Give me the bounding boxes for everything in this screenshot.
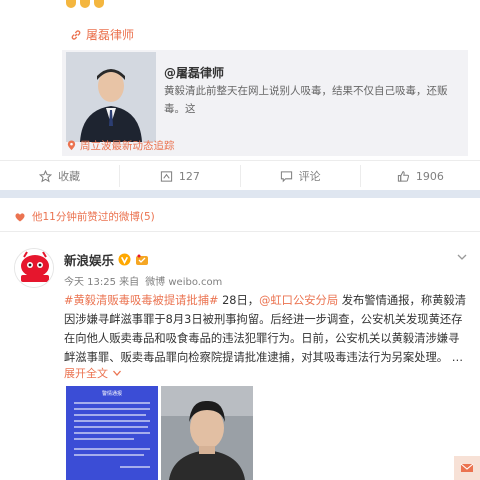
verified-badge-icon [118,253,131,266]
favorite-label: 收藏 [58,170,81,183]
feed-separator [0,190,480,198]
repost-count: 127 [178,169,200,183]
post-source: 微博 weibo.com [145,277,223,288]
envelope-icon [460,463,474,472]
notice-line [74,426,148,428]
post-text: #黄毅清贩毒吸毒被提请批捕# 28日，@虹口公安分局 发布警情通报，称黄毅清因涉… [64,291,470,367]
notice-line [74,420,150,422]
account-name[interactable]: 新浪娱乐 [64,250,114,269]
like-button[interactable]: 1906 [361,165,480,187]
liked-notice-label[interactable]: 他11分钟前赞过的微博(5) [32,209,155,224]
notice-line [74,414,146,416]
quote-text: 黄毅清此前整天在网上说别人吸毒，结果不仅自己吸毒，还贩毒。这 是典型的贼喊捉贼。… [164,85,448,115]
like-count: 1906 [415,169,444,183]
post-hashtag[interactable]: #黄毅清贩毒吸毒被提请批捕# [64,294,219,307]
quote-author[interactable]: @屠磊律师 [164,64,224,81]
post-text-segment: 28日， [218,294,260,307]
emoji-icon [94,0,104,8]
thumbs-up-icon [397,170,409,182]
lawyer-link-label[interactable]: 屠磊律师 [86,26,134,43]
repost-icon [160,170,172,182]
notice-line [74,408,150,410]
emoji-icon [66,0,76,8]
post-meta: 今天 13:25 来自 微博 weibo.com [64,273,222,288]
member-badge-icon [136,254,149,265]
person-photo[interactable] [161,386,253,480]
message-float-button[interactable] [454,456,480,480]
location-pin-icon [67,140,76,151]
notice-line [120,466,150,468]
favorite-button[interactable]: 收藏 [0,165,121,187]
star-icon [39,169,53,182]
comment-button[interactable]: 评论 [241,165,361,187]
follow-link-label[interactable]: 周立波最新动态追踪 [80,138,175,153]
account-header: 新浪娱乐 [64,250,149,269]
action-bar: 收藏 127 评论 1906 [0,160,480,190]
notice-line [74,402,150,404]
lawyer-photo [66,52,156,142]
notice-line [74,448,150,450]
notice-line [74,432,150,434]
comment-icon [280,170,292,182]
repost-button[interactable]: 127 [120,165,241,187]
caret-down-icon [113,370,121,376]
chevron-down-icon[interactable] [456,252,468,262]
post-mention[interactable]: @虹口公安分局 [259,294,338,307]
liked-notice[interactable]: 他11分钟前赞过的微博(5) [14,209,155,224]
police-notice-image[interactable]: 警情通报 [66,386,158,480]
notice-title: 警情通报 [101,391,122,397]
emoji-row [66,0,104,8]
follow-link[interactable]: 周立波最新动态追踪 [66,138,175,153]
avatar[interactable] [14,248,54,288]
post-time[interactable]: 今天 13:25 来自 [64,273,139,288]
heart-icon [15,212,25,221]
expand-label[interactable]: 展开全文 [64,365,108,381]
notice-line [74,454,144,456]
comment-label: 评论 [298,170,321,183]
expand-full-text[interactable]: 展开全文 [64,365,122,381]
notice-line [74,438,134,440]
emoji-icon [80,0,90,8]
link-icon [71,29,81,40]
lawyer-link[interactable]: 屠磊律师 [70,26,134,43]
divider [0,231,480,232]
